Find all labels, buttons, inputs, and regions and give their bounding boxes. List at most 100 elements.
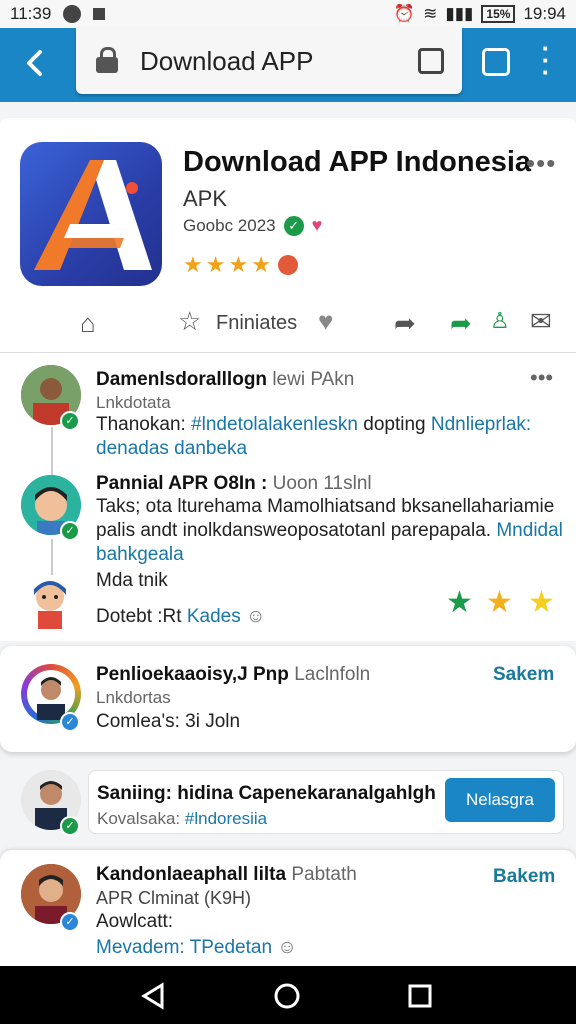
follow-action[interactable]: Bakem bbox=[493, 866, 555, 888]
wifi-icon: ≋ bbox=[423, 4, 438, 23]
address-bar[interactable]: Download APP bbox=[76, 28, 462, 94]
comment-footer: Mevadem: TPedetan ☺ bbox=[96, 936, 297, 960]
verified-check-icon: ✓ bbox=[283, 215, 304, 236]
app-icon[interactable] bbox=[20, 142, 162, 286]
comment-card: ✓ Penlioekaaoisy,J Pnp Laclnfoln Lnkdort… bbox=[0, 646, 576, 752]
people-icon[interactable]: ♙ bbox=[490, 308, 510, 334]
footer-text: Dotebt :Rt bbox=[96, 606, 187, 627]
status-time-right: 19:94 bbox=[523, 4, 566, 23]
author-name: Penlioekaaoisy,J Pnp bbox=[96, 664, 289, 685]
status-time-left: 11:39 bbox=[10, 4, 52, 23]
author-name: Pannial APR O8In : bbox=[96, 473, 268, 494]
comment-footer: Dotebt :Rt Kades ☺ bbox=[96, 605, 265, 629]
author-name: Kandonlaeaphall lilta bbox=[96, 864, 287, 885]
mascot-avatar bbox=[24, 575, 76, 631]
hashtag-link[interactable]: #lndetolalakenleskn bbox=[191, 414, 358, 435]
emoji-icon: ☺ bbox=[245, 606, 266, 627]
author-handle: Laclnfoln bbox=[294, 664, 371, 685]
emoji-icon: ☺ bbox=[277, 937, 297, 958]
address-bar-title: Download APP bbox=[140, 45, 314, 76]
star-filled-icon[interactable]: ★ bbox=[528, 585, 555, 620]
verified-badge-icon: ✓ bbox=[60, 411, 80, 431]
action-row: ⌂ ☆ Fniniates ♥ ➦ ➦ ♙ ✉ bbox=[0, 304, 576, 344]
compose-prefix: Kovalsaka: bbox=[97, 809, 185, 828]
comment-sub: Lnkdortas bbox=[96, 688, 171, 707]
heart-icon: ♥ bbox=[311, 215, 323, 235]
rating-stars: ★ ★ ★ ★ bbox=[183, 252, 298, 278]
comment-author[interactable]: Kandonlaeaphall lilta Pabtath bbox=[96, 864, 357, 886]
mention-link[interactable]: Mndidal bbox=[496, 520, 563, 541]
verified-badge-icon: ✓ bbox=[60, 816, 80, 836]
nav-back-icon[interactable] bbox=[140, 982, 168, 1010]
bookmark-icon[interactable] bbox=[482, 48, 510, 76]
send-button[interactable]: Nelasgra bbox=[445, 778, 555, 822]
home-outline-icon[interactable]: ⌂ bbox=[80, 308, 96, 339]
comment-thread: ✓ Damenlsdoralllogn lewi PAkn ••• Lnkdot… bbox=[0, 353, 576, 641]
comment-line2: palis andt inolkdansweoposatotanl parepa… bbox=[96, 520, 497, 541]
thread-line bbox=[51, 427, 53, 475]
comment-author[interactable]: Damenlsdoralllogn lewi PAkn bbox=[96, 369, 354, 391]
comment-text-prefix: Thanokan: bbox=[96, 414, 192, 435]
thread-line bbox=[51, 539, 53, 575]
more-options-icon[interactable]: ••• bbox=[530, 365, 553, 391]
back-arrow-icon[interactable] bbox=[18, 46, 52, 80]
tab-switcher-icon[interactable] bbox=[418, 48, 444, 74]
signal-icon: ▮▮▮ bbox=[445, 4, 474, 23]
browser-toolbar: Download APP · · · bbox=[0, 28, 576, 102]
verified-badge-icon: ✓ bbox=[60, 712, 80, 732]
app-meta: Goobc 2023 ✓ ♥ bbox=[183, 215, 322, 236]
comment-text: Taks; ota lturehama Mamolhiatsand bksane… bbox=[96, 495, 566, 567]
app-publisher: Goobc 2023 bbox=[183, 215, 276, 235]
comment-author[interactable]: Penlioekaaoisy,J Pnp Laclnfoln bbox=[96, 664, 370, 686]
comment-author[interactable]: Pannial APR O8In : Uoon 11slnl bbox=[96, 473, 372, 495]
author-handle: Uoon 11slnl bbox=[272, 473, 372, 494]
share-icon[interactable]: ➦ bbox=[394, 308, 416, 339]
comment-sub: Lnkdotata bbox=[96, 393, 171, 412]
star-icon: ★ bbox=[251, 252, 271, 277]
favorites-label[interactable]: Fniniates bbox=[216, 312, 297, 335]
footer-link[interactable]: TPedetan bbox=[190, 937, 272, 958]
more-options-icon[interactable]: ••• bbox=[526, 148, 556, 179]
nav-home-icon[interactable] bbox=[273, 982, 301, 1010]
app-title: Download APP Indonesia bbox=[183, 146, 532, 178]
comment-text: Comlea's: 3i Joln bbox=[96, 711, 241, 732]
star-filled-icon[interactable]: ★ bbox=[486, 585, 513, 620]
battery-indicator: 15% bbox=[481, 5, 516, 23]
comment-text: Thanokan: #lndetolalakenleskn dopting Nd… bbox=[96, 413, 566, 461]
star-icon: ★ bbox=[205, 252, 226, 277]
comment-sub: APR Clminat (K9H) bbox=[96, 888, 252, 908]
hashtag-link[interactable]: #lndoresiia bbox=[185, 809, 267, 828]
screenshot-icon bbox=[93, 8, 106, 20]
app-header-card: Download APP Indonesia ••• APK Goobc 202… bbox=[0, 118, 576, 354]
alarm-icon: ⏰ bbox=[393, 4, 416, 23]
footer-label: Mevadem: bbox=[96, 937, 185, 958]
follow-action[interactable]: Sakem bbox=[493, 664, 554, 686]
compose-line2: Kovalsaka: #lndoresiia bbox=[97, 809, 267, 829]
comment-extra: Mda tnik bbox=[96, 570, 168, 591]
forward-icon[interactable]: ➦ bbox=[450, 308, 472, 339]
author-name: Damenlsdoralllogn bbox=[96, 369, 268, 390]
heart-outline-icon[interactable]: ♥ bbox=[318, 306, 333, 337]
status-bar: 11:39 ⏰ ≋ ▮▮▮ 15% 19:94 bbox=[0, 0, 576, 28]
author-handle: lewi PAkn bbox=[272, 369, 355, 390]
comment-line1: Taks; ota lturehama Mamolhiatsand bksane… bbox=[96, 496, 555, 517]
notification-icon bbox=[63, 5, 82, 23]
system-nav-bar bbox=[0, 966, 576, 1024]
star-outline-icon[interactable]: ☆ bbox=[178, 306, 201, 337]
hashtag-link[interactable]: bahkgeala bbox=[96, 544, 184, 565]
app-subtitle: APK bbox=[183, 186, 228, 211]
lock-icon bbox=[96, 47, 118, 73]
nav-recents-icon[interactable] bbox=[406, 982, 434, 1010]
verified-badge-icon: ✓ bbox=[60, 521, 80, 541]
overflow-menu-icon[interactable]: · · · bbox=[540, 35, 552, 85]
verified-badge-icon: ✓ bbox=[60, 912, 80, 932]
comment-text: Aowlcatt: bbox=[96, 911, 174, 932]
footer-link[interactable]: Kades bbox=[187, 606, 241, 627]
star-filled-green-icon[interactable]: ★ bbox=[446, 585, 473, 620]
comment-text-mid: dopting bbox=[357, 414, 431, 435]
compose-line1: Saniing: hidina Capenekaranalgahlgh bbox=[97, 783, 436, 804]
author-handle: Pabtath bbox=[291, 864, 357, 885]
mention-link[interactable]: Ndnlieprlak: bbox=[431, 414, 531, 435]
comment-text-line2: denadas danbeka bbox=[96, 438, 248, 459]
mail-icon[interactable]: ✉ bbox=[530, 306, 552, 337]
